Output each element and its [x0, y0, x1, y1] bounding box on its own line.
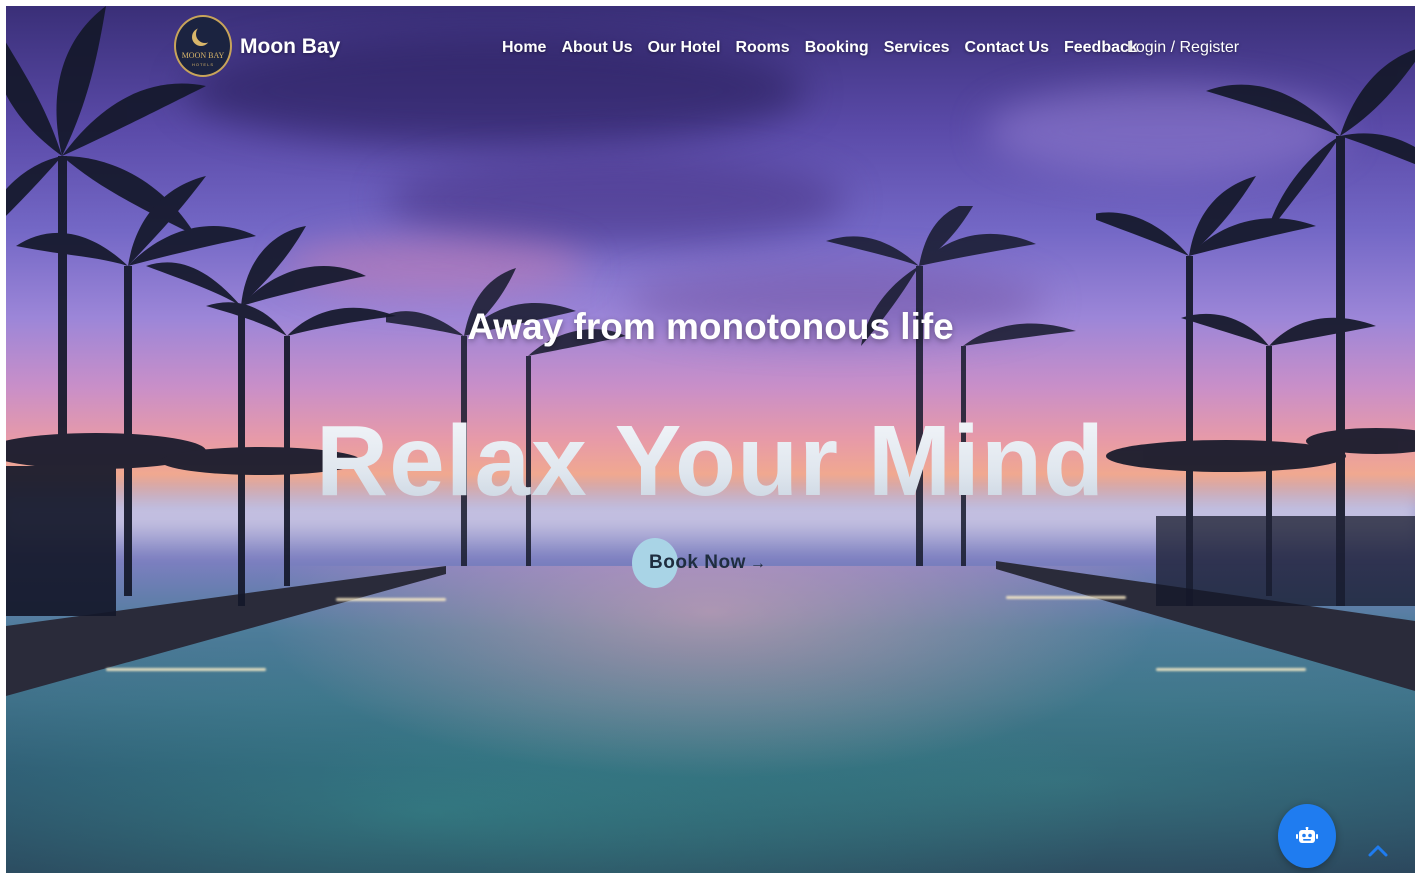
- brand-name[interactable]: Moon Bay: [240, 35, 340, 59]
- palm-trees-center: [386, 206, 1076, 566]
- pool-light: [1156, 668, 1306, 671]
- logo-text: MOON BAY: [181, 51, 225, 60]
- pool-light: [106, 668, 266, 671]
- nav-item-home[interactable]: Home: [502, 39, 546, 57]
- nav-item-about-us[interactable]: About Us: [561, 39, 632, 57]
- login-register-link[interactable]: Login / Register: [1127, 39, 1239, 57]
- nav-menu: Home About Us Our Hotel Rooms Booking Se…: [502, 39, 1138, 57]
- nav-item-rooms[interactable]: Rooms: [735, 39, 789, 57]
- hero-subtitle: Away from monotonous life: [467, 306, 954, 347]
- arrow-right-icon: →: [749, 555, 767, 572]
- scroll-to-top-button[interactable]: [1366, 840, 1390, 860]
- moon-icon: [196, 25, 214, 43]
- chevron-up-icon: [1368, 845, 1388, 857]
- book-now-label: Book Now: [649, 552, 746, 573]
- nav-item-our-hotel[interactable]: Our Hotel: [648, 39, 721, 57]
- chatbot-button[interactable]: [1278, 804, 1336, 868]
- nav-item-services[interactable]: Services: [884, 39, 950, 57]
- top-navbar: MOON BAY HOTELS Moon Bay Home About Us O…: [6, 6, 1415, 96]
- hero-section: MOON BAY HOTELS Moon Bay Home About Us O…: [6, 6, 1415, 873]
- book-now-button[interactable]: Book Now →: [649, 552, 766, 574]
- nav-item-contact-us[interactable]: Contact Us: [965, 39, 1049, 57]
- hero-title: Relax Your Mind: [6, 404, 1415, 519]
- robot-icon: [1296, 827, 1318, 843]
- brand-logo[interactable]: MOON BAY HOTELS: [174, 15, 232, 77]
- logo-subtext: HOTELS: [191, 62, 214, 67]
- book-now-cta[interactable]: Book Now →: [630, 538, 790, 590]
- nav-item-booking[interactable]: Booking: [805, 39, 869, 57]
